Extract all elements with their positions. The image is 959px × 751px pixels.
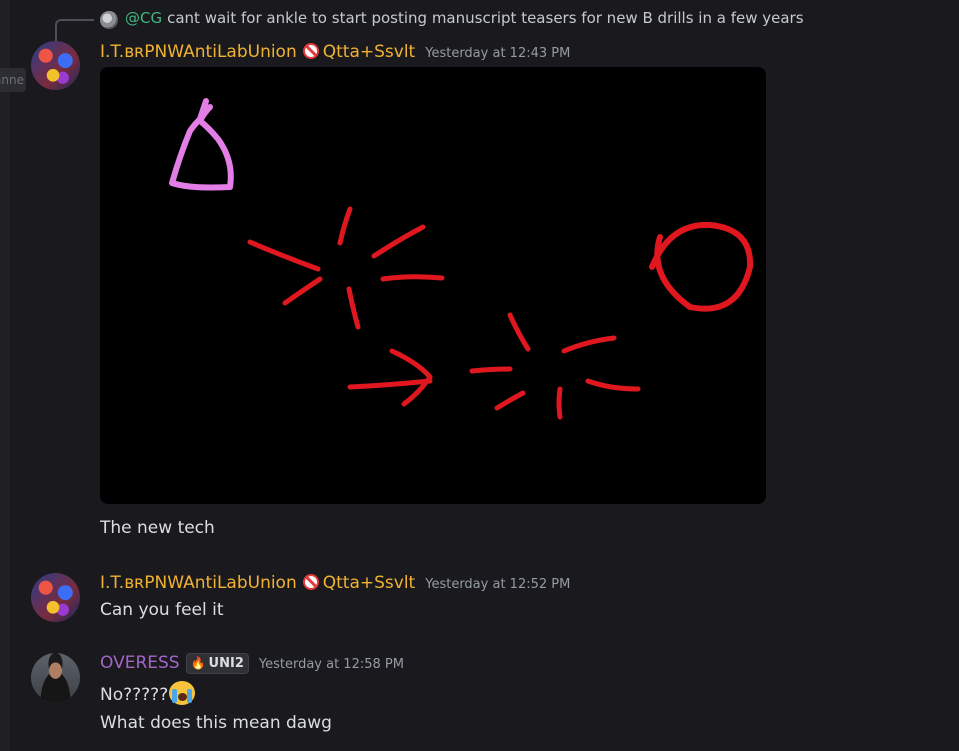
username[interactable]: I.T.ʙʀPNWAntiLabUnion [100,42,297,62]
username[interactable]: OVERESS [100,653,180,673]
red-arrow-head [389,348,433,407]
chat-view: anne @CG cant wait for ankle to start pos… [0,0,959,751]
red-stroke [469,366,513,374]
fire-icon: 🔥 [190,656,206,670]
red-circle [649,221,754,312]
user-tag: Qtta+Ssvlt [322,42,416,62]
reply-connector [55,19,94,41]
timestamp[interactable]: Yesterday at 12:52 PM [425,577,570,592]
message-text: Can you feel it [100,600,224,620]
message-text: The new tech [100,518,215,538]
avatar[interactable] [31,41,80,90]
red-stroke [247,239,321,272]
red-stroke [380,274,445,282]
red-stroke [337,206,353,246]
message-header: I.T.ʙʀPNWAntiLabUnion Qtta+Ssvlt Yesterd… [100,41,570,62]
avatar[interactable] [31,573,80,622]
reply-mention[interactable]: @CG [125,9,162,27]
user-tag: Qtta+Ssvlt [322,573,416,593]
prohibited-icon [302,574,319,590]
drawing-image [169,98,754,420]
badge-label: UNI2 [208,655,244,671]
red-stroke [494,390,526,411]
red-stroke [371,224,426,259]
message-header: I.T.ʙʀPNWAntiLabUnion Qtta+Ssvlt Yesterd… [100,572,570,593]
message-text: No????? [100,681,196,705]
avatar[interactable] [31,653,80,702]
red-stroke [507,312,531,352]
red-stroke [561,335,617,354]
reply-content: cant wait for ankle to start posting man… [167,9,804,27]
reply-preview[interactable]: @CG cant wait for ankle to start posting … [125,9,804,27]
red-stroke [282,276,323,306]
red-stroke [346,286,361,330]
message-text: What does this mean dawg [100,713,332,733]
timestamp[interactable]: Yesterday at 12:58 PM [259,657,404,672]
message-line: No????? [100,685,169,705]
role-badge[interactable]: 🔥 UNI2 [185,652,249,674]
reply-avatar[interactable] [100,11,118,29]
red-stroke [556,386,563,420]
red-arrow [347,378,433,390]
username[interactable]: I.T.ʙʀPNWAntiLabUnion [100,573,297,593]
prohibited-icon [302,43,319,59]
image-attachment[interactable] [100,67,766,504]
channel-tab[interactable]: anne [0,68,26,92]
red-stroke [585,378,641,392]
loudly-crying-face-icon [169,681,196,705]
message-header: OVERESS 🔥 UNI2 Yesterday at 12:58 PM [100,652,404,675]
pink-shape [169,98,234,191]
timestamp[interactable]: Yesterday at 12:43 PM [425,46,570,61]
channel-sidebar-edge: anne [0,0,26,751]
